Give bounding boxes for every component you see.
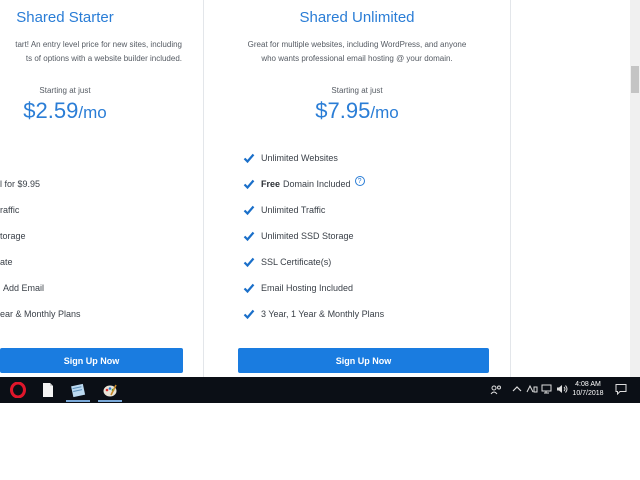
feature-item: torage: [0, 228, 26, 244]
feature-text: 3 Year, 1 Year & Monthly Plans: [261, 309, 385, 319]
clock-time: 4:08 AM: [575, 381, 601, 388]
feature-text: Unlimited SSD Storage: [261, 231, 354, 241]
checkmark-icon: [243, 283, 255, 294]
notification-icon[interactable]: [615, 383, 627, 397]
opera-icon[interactable]: [8, 380, 28, 400]
people-icon[interactable]: [490, 385, 502, 397]
feature-item: ate: [0, 254, 13, 270]
checkmark-icon: [243, 153, 255, 164]
feature-item: Unlimited SSD Storage: [243, 228, 354, 244]
active-app-indicator: [98, 400, 122, 402]
feature-text: Add Email: [3, 283, 45, 293]
network-icon[interactable]: [541, 384, 553, 396]
pricing-page: Shared Starter tart! An entry level pric…: [0, 0, 640, 377]
feature-item: Unlimited Traffic: [243, 202, 325, 218]
notepad-icon[interactable]: [68, 380, 88, 400]
scrollbar-thumb[interactable]: [631, 66, 639, 93]
windows-taskbar: [0, 377, 640, 403]
feature-item: Free Domain Included ?: [243, 176, 365, 192]
plan-description-line: tart! An entry level price for new sites…: [15, 40, 182, 49]
starting-label: Starting at just: [39, 86, 91, 95]
paint-icon[interactable]: [100, 380, 120, 400]
feature-item: ear & Monthly Plans: [0, 306, 81, 322]
checkmark-icon: [243, 205, 255, 216]
input-indicator-icon[interactable]: [526, 384, 538, 396]
feature-text: SSL Certificate(s): [261, 257, 332, 267]
price-amount: $2.59: [23, 98, 79, 123]
feature-item: raffic: [0, 202, 19, 218]
checkmark-icon: [243, 257, 255, 268]
price-amount: $7.95: [315, 98, 371, 123]
price-unit: /mo: [370, 103, 399, 122]
price-unit: /mo: [78, 103, 107, 122]
feature-text: ate: [0, 257, 13, 267]
feature-text: Unlimited Traffic: [261, 205, 326, 215]
feature-text: ear & Monthly Plans: [0, 309, 81, 319]
plan-price: $2.59/mo: [0, 98, 190, 124]
checkmark-icon: [243, 179, 255, 190]
feature-text: Domain Included: [283, 179, 351, 189]
plan-description-line: Great for multiple websites, including W…: [247, 40, 467, 49]
system-clock[interactable]: 4:08 AM 10/7/2018: [570, 380, 606, 398]
sign-up-button[interactable]: Sign Up Now: [0, 348, 183, 373]
starting-label: Starting at just: [331, 86, 383, 95]
sign-up-button[interactable]: Sign Up Now: [238, 348, 489, 373]
file-icon[interactable]: [38, 380, 58, 400]
plan-description: tart! An entry level price for new sites…: [0, 38, 190, 66]
feature-text: Unlimited Websites: [261, 153, 338, 163]
feature-text: l for $9.95: [0, 179, 41, 189]
blank-area: [0, 403, 640, 480]
plan-title: Shared Starter: [16, 9, 114, 26]
clock-date: 10/7/2018: [572, 390, 604, 397]
checkmark-icon: [243, 231, 255, 242]
plan-title: Shared Unlimited: [299, 9, 415, 26]
feature-text: Email Hosting Included: [261, 283, 354, 293]
feature-text: raffic: [0, 205, 20, 215]
plan-price: $7.95/mo: [204, 98, 510, 124]
help-icon[interactable]: ?: [354, 176, 365, 186]
feature-item: SSL Certificate(s): [243, 254, 331, 270]
checkmark-icon: [243, 309, 255, 320]
feature-item: Email Hosting Included: [243, 280, 353, 296]
feature-item: Add Email: [3, 280, 44, 296]
feature-item: Unlimited Websites: [243, 150, 338, 166]
card-divider: [510, 0, 511, 377]
plan-description-line: who wants professional email hosting @ y…: [261, 54, 453, 63]
volume-icon[interactable]: [556, 384, 568, 396]
plan-description: Great for multiple websites, including W…: [204, 38, 510, 66]
feature-item: l for $9.95: [0, 176, 40, 192]
feature-text: torage: [0, 231, 26, 241]
chevron-up-icon[interactable]: [512, 384, 522, 396]
active-app-indicator: [66, 400, 90, 402]
feature-bold-text: Free: [261, 179, 281, 189]
feature-item: 3 Year, 1 Year & Monthly Plans: [243, 306, 384, 322]
plan-description-line: ts of options with a website builder inc…: [25, 54, 182, 63]
scrollbar[interactable]: [630, 0, 640, 377]
